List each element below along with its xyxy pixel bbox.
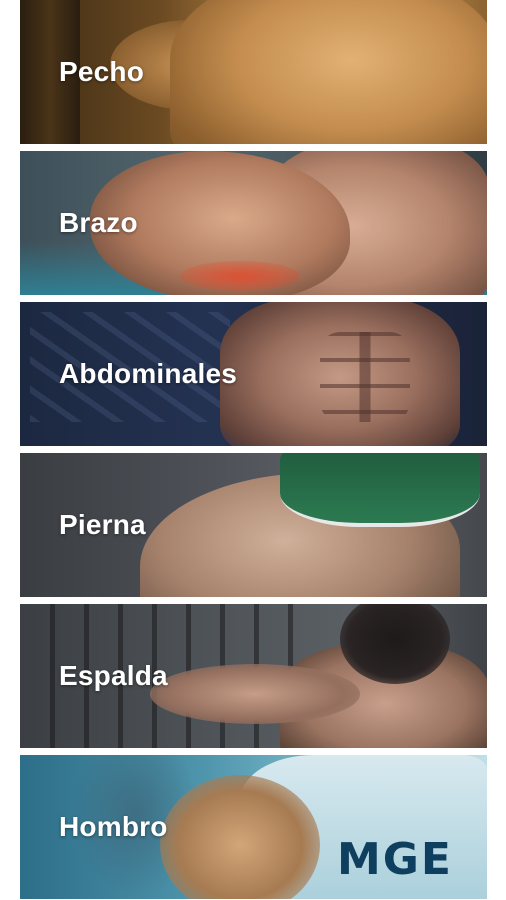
category-card-espalda[interactable]: Espalda bbox=[20, 604, 487, 748]
category-label-pierna: Pierna bbox=[59, 509, 146, 540]
hoodie-logo: MGE bbox=[337, 834, 453, 885]
muscle-group-list: Pecho Brazo Abdominales Pierna Espalda M… bbox=[20, 0, 487, 899]
category-label-hombro: Hombro bbox=[59, 811, 168, 842]
category-label-brazo: Brazo bbox=[59, 207, 138, 238]
category-label-abdominales: Abdominales bbox=[59, 358, 238, 389]
category-card-brazo[interactable]: Brazo bbox=[20, 151, 487, 295]
category-label-pecho: Pecho bbox=[59, 56, 145, 87]
category-card-hombro[interactable]: MGE Hombro bbox=[20, 755, 487, 899]
category-label-espalda: Espalda bbox=[59, 660, 168, 691]
category-card-pecho[interactable]: Pecho bbox=[20, 0, 487, 144]
category-card-pierna[interactable]: Pierna bbox=[20, 453, 487, 597]
category-card-abdominales[interactable]: Abdominales bbox=[20, 302, 487, 446]
